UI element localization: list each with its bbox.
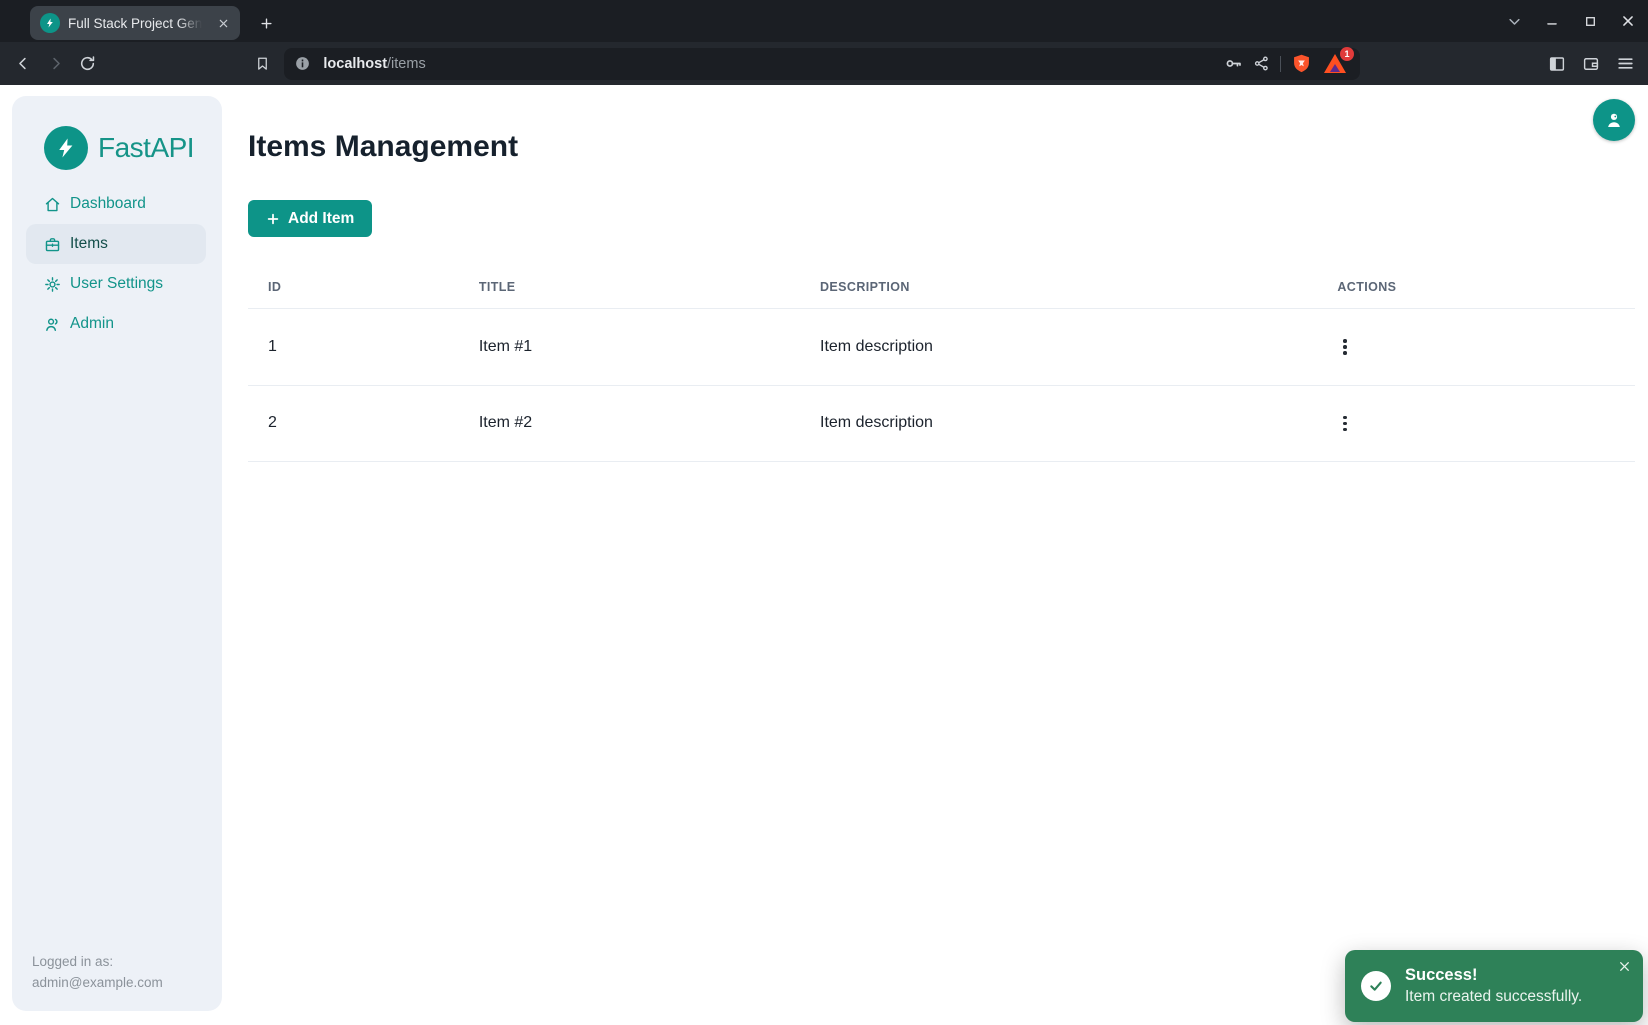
logged-in-label: Logged in as: xyxy=(32,951,163,972)
sidebar-item-label: Items xyxy=(70,235,108,253)
url-path: /items xyxy=(387,56,426,72)
fastapi-favicon-icon xyxy=(40,13,60,33)
window-close-button[interactable] xyxy=(1614,7,1642,35)
gear-icon xyxy=(44,276,61,293)
address-bar-actions: 1 xyxy=(1224,52,1348,76)
toast-close-icon[interactable] xyxy=(1618,960,1631,973)
rewards-triangle-inner xyxy=(1330,64,1340,72)
column-header-actions: ACTIONS xyxy=(1317,270,1635,309)
table-row: 2 Item #2 Item description xyxy=(248,385,1635,462)
share-icon[interactable] xyxy=(1253,55,1270,72)
brave-rewards-icon[interactable]: 1 xyxy=(1322,52,1348,76)
success-toast: Success! Item created successfully. xyxy=(1345,950,1643,1022)
cell-id: 2 xyxy=(248,385,459,462)
notification-badge: 1 xyxy=(1340,47,1354,61)
browser-window: Full Stack Project Genera xyxy=(0,0,1648,1025)
tab-bar: Full Stack Project Genera xyxy=(0,0,1648,42)
user-avatar-icon xyxy=(1603,109,1625,131)
window-minimize-button[interactable] xyxy=(1538,7,1566,35)
briefcase-icon xyxy=(44,236,61,253)
check-circle-icon xyxy=(1361,971,1391,1001)
home-icon xyxy=(44,196,61,213)
reload-button[interactable] xyxy=(72,48,104,80)
sidebar-item-label: Admin xyxy=(70,315,114,333)
url-host: localhost xyxy=(323,56,387,72)
sidebar-nav: Dashboard Items User Settings xyxy=(12,184,222,344)
logo-text: FastAPI xyxy=(98,132,194,164)
sidebar-panel-icon[interactable] xyxy=(1542,49,1572,79)
page-content: FastAPI Dashboard Items xyxy=(0,85,1648,1025)
fastapi-bolt-icon xyxy=(44,126,88,170)
browser-tab[interactable]: Full Stack Project Genera xyxy=(30,6,240,40)
new-tab-button[interactable] xyxy=(252,9,280,37)
row-actions-kebab-icon[interactable] xyxy=(1337,412,1353,436)
wallet-icon[interactable] xyxy=(1576,49,1606,79)
main-content: Items Management Add Item ID TITLE DESCR… xyxy=(248,85,1635,1025)
users-icon xyxy=(44,316,61,333)
logged-in-info: Logged in as: admin@example.com xyxy=(32,951,163,993)
row-actions-kebab-icon[interactable] xyxy=(1337,335,1353,359)
back-button[interactable] xyxy=(8,48,40,80)
tab-search-chevron-icon[interactable] xyxy=(1500,7,1528,35)
cell-description: Item description xyxy=(800,309,1317,386)
cell-id: 1 xyxy=(248,309,459,386)
sidebar-item-user-settings[interactable]: User Settings xyxy=(26,264,206,304)
column-header-title: TITLE xyxy=(459,270,800,309)
window-maximize-button[interactable] xyxy=(1576,7,1604,35)
cell-title: Item #2 xyxy=(459,385,800,462)
logged-in-email: admin@example.com xyxy=(32,972,163,993)
cell-description: Item description xyxy=(800,385,1317,462)
user-avatar-button[interactable] xyxy=(1593,99,1635,141)
page-title: Items Management xyxy=(248,129,1635,165)
add-item-button[interactable]: Add Item xyxy=(248,200,372,237)
plus-icon xyxy=(266,212,280,226)
toast-text: Success! Item created successfully. xyxy=(1405,966,1582,1006)
site-info-icon[interactable] xyxy=(294,55,311,72)
table-row: 1 Item #1 Item description xyxy=(248,309,1635,386)
sidebar-item-label: Dashboard xyxy=(70,195,146,213)
tab-close-icon[interactable] xyxy=(214,14,232,32)
window-controls xyxy=(1500,7,1648,35)
url-text: localhost/items xyxy=(323,56,425,72)
sidebar-item-dashboard[interactable]: Dashboard xyxy=(26,184,206,224)
address-bar[interactable]: localhost/items 1 xyxy=(284,48,1360,80)
tab-title: Full Stack Project Genera xyxy=(68,16,206,31)
table-header-row: ID TITLE DESCRIPTION ACTIONS xyxy=(248,270,1635,309)
column-header-id: ID xyxy=(248,270,459,309)
browser-toolbar-right xyxy=(1542,49,1640,79)
navigation-bar: localhost/items 1 xyxy=(0,42,1648,85)
cell-title: Item #1 xyxy=(459,309,800,386)
column-header-description: DESCRIPTION xyxy=(800,270,1317,309)
sidebar-item-items[interactable]: Items xyxy=(26,224,206,264)
key-icon[interactable] xyxy=(1224,54,1243,73)
add-item-label: Add Item xyxy=(288,210,354,228)
brave-shield-icon[interactable] xyxy=(1291,53,1312,74)
toast-message: Item created successfully. xyxy=(1405,988,1582,1006)
toast-title: Success! xyxy=(1405,966,1582,985)
divider xyxy=(1280,56,1281,72)
items-table: ID TITLE DESCRIPTION ACTIONS 1 Item #1 I… xyxy=(248,270,1635,462)
app-logo: FastAPI xyxy=(44,126,222,170)
app-sidebar: FastAPI Dashboard Items xyxy=(12,96,222,1011)
forward-button[interactable] xyxy=(40,48,72,80)
sidebar-item-admin[interactable]: Admin xyxy=(26,304,206,344)
menu-icon[interactable] xyxy=(1610,49,1640,79)
bookmark-icon[interactable] xyxy=(247,48,279,80)
sidebar-item-label: User Settings xyxy=(70,275,163,293)
